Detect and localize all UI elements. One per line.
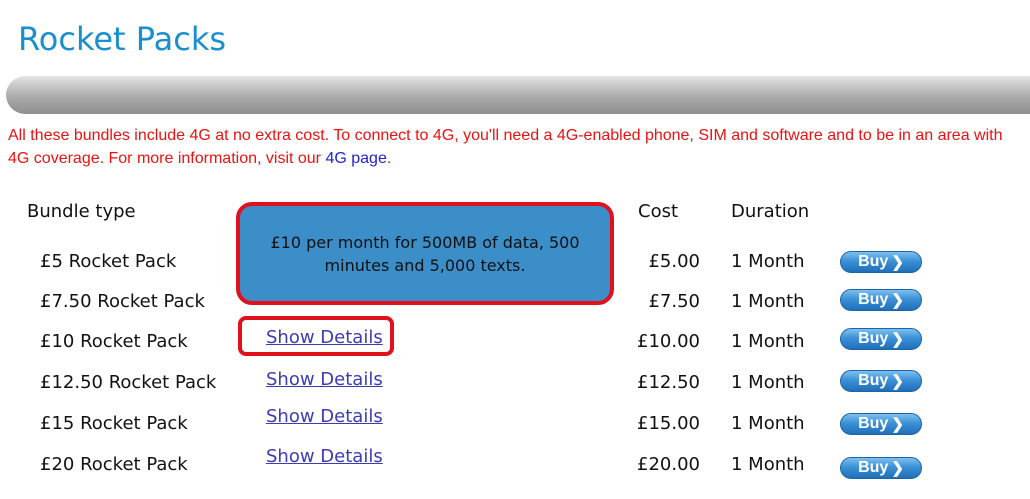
buy-button[interactable]: Buy ❯ — [840, 328, 922, 350]
bundle-name: £15 Rocket Pack — [40, 413, 188, 434]
chevron-right-icon: ❯ — [891, 253, 904, 271]
chevron-right-icon: ❯ — [891, 330, 904, 348]
notice-end: . — [386, 150, 392, 167]
bundle-cost: £20.00 — [637, 454, 700, 475]
chevron-right-icon: ❯ — [891, 415, 904, 433]
bundle-cost: £7.50 — [648, 291, 700, 312]
bundle-cost: £10.00 — [637, 331, 700, 352]
header-duration: Duration — [731, 201, 810, 222]
buy-label: Buy — [858, 415, 889, 432]
bundle-cost: £5.00 — [648, 251, 700, 272]
buy-label: Buy — [858, 372, 889, 389]
bundle-duration: 1 Month — [731, 372, 805, 393]
bundle-cost: £15.00 — [637, 413, 700, 434]
chevron-right-icon: ❯ — [891, 291, 904, 309]
buy-label: Buy — [858, 253, 889, 270]
buy-button[interactable]: Buy ❯ — [840, 289, 922, 311]
page-title: Rocket Packs — [18, 20, 227, 58]
buy-button[interactable]: Buy ❯ — [840, 413, 922, 435]
chevron-right-icon: ❯ — [891, 459, 904, 477]
details-popup-text: £10 per month for 500MB of data, 500 min… — [270, 232, 580, 275]
bundle-duration: 1 Month — [731, 251, 805, 272]
table-row: £10 Rocket Pack Show Details £10.00 1 Mo… — [0, 324, 1030, 360]
buy-button[interactable]: Buy ❯ — [840, 457, 922, 479]
header-bundle-type: Bundle type — [27, 201, 136, 222]
show-details-link[interactable]: Show Details — [266, 327, 383, 349]
buy-label: Buy — [858, 291, 889, 308]
bundle-cost: £12.50 — [637, 372, 700, 393]
table-row: £20 Rocket Pack Show Details £20.00 1 Mo… — [0, 446, 1030, 483]
show-details-link[interactable]: Show Details — [266, 406, 383, 428]
table-row: £12.50 Rocket Pack Show Details £12.50 1… — [0, 365, 1030, 401]
table-row: £15 Rocket Pack Show Details £15.00 1 Mo… — [0, 406, 1030, 442]
4g-page-link[interactable]: 4G page — [325, 150, 386, 167]
show-details-link[interactable]: Show Details — [266, 369, 383, 391]
chevron-right-icon: ❯ — [891, 372, 904, 390]
bundle-name: £10 Rocket Pack — [40, 331, 188, 352]
notice-body: All these bundles include 4G at no extra… — [8, 127, 1003, 167]
bundle-duration: 1 Month — [731, 413, 805, 434]
bundle-duration: 1 Month — [731, 454, 805, 475]
buy-label: Buy — [858, 330, 889, 347]
buy-button[interactable]: Buy ❯ — [840, 251, 922, 273]
header-cost: Cost — [638, 201, 679, 222]
bundle-duration: 1 Month — [731, 291, 805, 312]
bundle-duration: 1 Month — [731, 331, 805, 352]
bundle-name: £20 Rocket Pack — [40, 454, 188, 475]
notice-text: All these bundles include 4G at no extra… — [8, 124, 1026, 170]
bundle-name: £7.50 Rocket Pack — [40, 291, 205, 312]
buy-label: Buy — [858, 459, 889, 476]
details-popup: £10 per month for 500MB of data, 500 min… — [236, 202, 614, 305]
banner-bar — [6, 76, 1030, 114]
bundle-name: £5 Rocket Pack — [40, 251, 177, 272]
bundle-name: £12.50 Rocket Pack — [40, 372, 217, 393]
show-details-link[interactable]: Show Details — [266, 446, 383, 468]
buy-button[interactable]: Buy ❯ — [840, 370, 922, 392]
